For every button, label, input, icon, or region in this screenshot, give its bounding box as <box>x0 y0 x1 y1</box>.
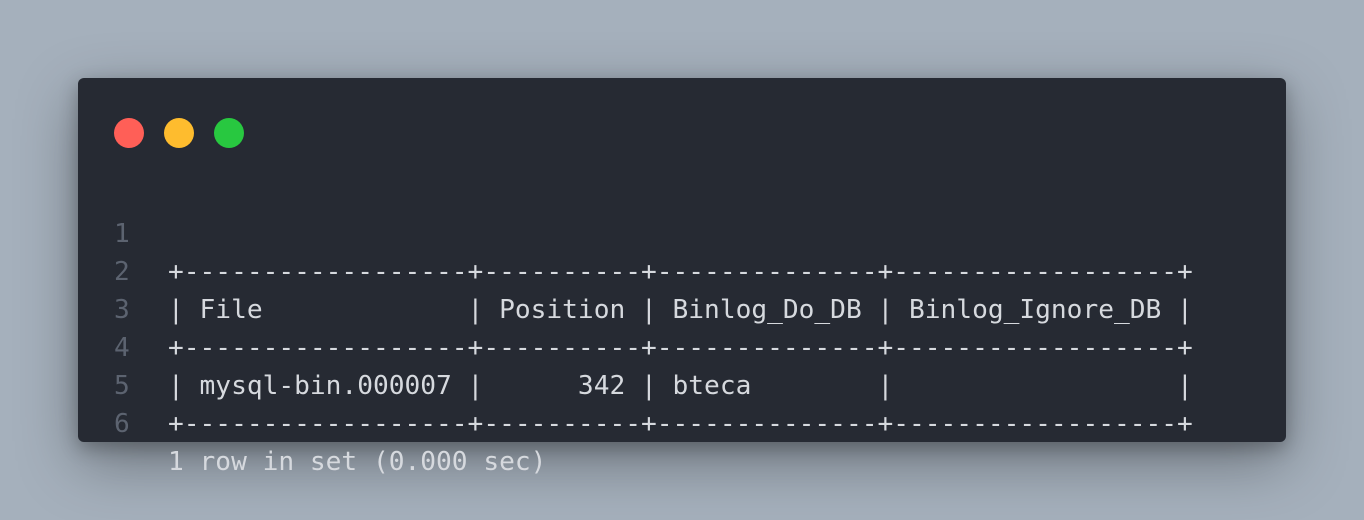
line-text: | mysql-bin.000007 | 342 | bteca | | <box>168 371 1193 401</box>
line-number: 6 <box>114 409 130 439</box>
code-line: 4 | mysql-bin.000007 | 342 | bteca | | <box>78 291 1193 401</box>
code-line: 2 | File | Position | Binlog_Do_DB | Bin… <box>78 215 1193 325</box>
line-text: 1 row in set (0.000 sec) <box>168 447 547 477</box>
code-line: 3 +------------------+----------+-------… <box>78 253 1193 363</box>
line-text: +------------------+----------+---------… <box>168 333 1193 363</box>
line-text: | File | Position | Binlog_Do_DB | Binlo… <box>168 295 1193 325</box>
code-line: 6 1 row in set (0.000 sec) <box>78 367 546 477</box>
code-window: 1 +------------------+----------+-------… <box>78 78 1286 477</box>
code-block: 1 +------------------+----------+-------… <box>78 177 1193 477</box>
close-button[interactable] <box>114 118 144 148</box>
minimize-button[interactable] <box>164 118 194 148</box>
code-line: 1 +------------------+----------+-------… <box>78 177 1193 287</box>
maximize-button[interactable] <box>214 118 244 148</box>
line-text: +------------------+----------+---------… <box>168 257 1193 287</box>
line-text: +------------------+----------+---------… <box>168 409 1193 439</box>
code-line: 5 +------------------+----------+-------… <box>78 329 1193 439</box>
